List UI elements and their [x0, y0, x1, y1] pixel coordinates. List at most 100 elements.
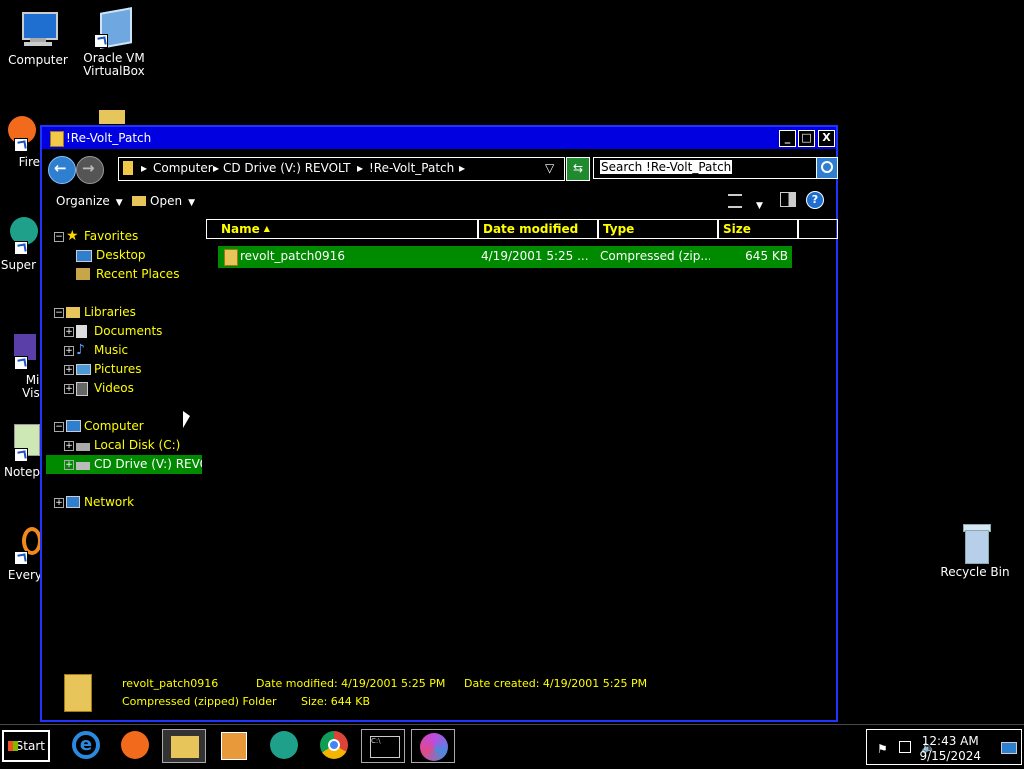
table-row[interactable]: revolt_patch0916 4/19/2001 5:25 ... Comp… [218, 246, 792, 268]
desktop-icon-computer[interactable]: Computer [0, 10, 78, 67]
nav-label: CD Drive (V:) REVOLT [94, 457, 202, 471]
details-file-type: Compressed (zipped) Folder [122, 695, 277, 708]
computer-icon [66, 420, 81, 432]
app-icon [270, 731, 298, 759]
search-placeholder: Search !Re-Volt_Patch [600, 160, 733, 174]
shortcut-arrow-icon [14, 448, 28, 462]
network-icon[interactable] [899, 741, 911, 753]
view-options-button[interactable]: ▼ [728, 194, 763, 211]
recent-places-icon [76, 268, 90, 280]
back-button[interactable] [48, 156, 76, 184]
address-bar[interactable]: ▸ Computer ▸ CD Drive (V:) REVOLT ▸ !Re-… [118, 157, 565, 181]
show-desktop-icon[interactable] [1001, 742, 1017, 754]
details-file-name: revolt_patch0916 [122, 677, 219, 690]
flag-icon[interactable]: ⚑ [877, 742, 888, 756]
explorer-window: !Re-Volt_Patch _ □ X ▸ Computer ▸ CD Dri… [40, 125, 838, 722]
desktop-icon-virtualbox[interactable]: Oracle VM VirtualBox [74, 7, 154, 78]
expand-icon[interactable]: + [64, 441, 74, 451]
music-icon: ♪ [76, 342, 85, 358]
start-label: Start [15, 739, 45, 753]
chevron-right-icon: ▸ [213, 161, 220, 175]
taskbar-command-prompt[interactable]: C:\ [361, 729, 405, 763]
nav-label: Local Disk (C:) [94, 438, 181, 452]
help-icon: ? [806, 191, 824, 209]
open-button[interactable]: Open ▼ [132, 194, 195, 208]
breadcrumb-folder[interactable]: !Re-Volt_Patch [369, 161, 454, 175]
expand-icon[interactable]: + [64, 327, 74, 337]
hard-drive-icon [76, 443, 90, 451]
nav-videos[interactable]: + Videos [64, 379, 204, 398]
preview-pane-button[interactable] [780, 192, 796, 210]
taskbar-explorer[interactable] [162, 729, 206, 763]
expand-icon[interactable]: + [64, 365, 74, 375]
nav-desktop[interactable]: Desktop [54, 246, 204, 265]
expand-icon[interactable]: + [64, 384, 74, 394]
nav-cd-drive[interactable]: + CD Drive (V:) REVOLT [46, 455, 202, 474]
collapse-icon[interactable]: − [54, 422, 64, 432]
nav-computer[interactable]: − Computer [54, 417, 204, 436]
cd-drive-icon [76, 462, 90, 470]
close-button[interactable]: X [818, 130, 835, 147]
shortcut-arrow-icon [14, 241, 28, 255]
taskbar-media-player[interactable] [211, 729, 255, 763]
pictures-icon [76, 364, 91, 375]
refresh-button[interactable]: ⇆ [566, 157, 590, 181]
clock[interactable]: 12:43 AM 9/15/2024 [919, 734, 981, 764]
chevron-down-icon: ▼ [756, 201, 763, 211]
navigation-bar: ▸ Computer ▸ CD Drive (V:) REVOLT ▸ !Re-… [44, 154, 838, 184]
nav-favorites[interactable]: − ★ Favorites [54, 227, 204, 246]
taskbar-firefox[interactable] [113, 729, 157, 763]
nav-documents[interactable]: + Documents [64, 322, 204, 341]
nav-recent-places[interactable]: Recent Places [54, 265, 204, 284]
folder-zip-icon [50, 131, 64, 147]
expand-icon[interactable]: + [64, 346, 74, 356]
column-header-name[interactable]: Name ▲ [206, 219, 478, 239]
command-bar: Organize ▼ Open ▼ ▼ ? [44, 189, 836, 215]
details-date-created: Date created: 4/19/2001 5:25 PM [464, 677, 648, 690]
windows-logo-icon [8, 741, 18, 751]
organize-label: Organize [56, 194, 110, 208]
start-button[interactable]: Start [2, 730, 50, 762]
libraries-icon [66, 307, 80, 318]
column-header-type[interactable]: Type [598, 219, 718, 239]
nav-label: Desktop [96, 248, 146, 262]
clock-date: 9/15/2024 [919, 749, 981, 763]
help-button[interactable]: ? [806, 191, 824, 209]
folder-icon [123, 161, 133, 175]
collapse-icon[interactable]: − [54, 308, 64, 318]
nav-pictures[interactable]: + Pictures [64, 360, 204, 379]
details-date-modified: Date modified: 4/19/2001 5:25 PM [256, 677, 446, 690]
shortcut-arrow-icon [14, 356, 28, 370]
folder-icon [95, 108, 125, 126]
column-header-date-modified[interactable]: Date modified [478, 219, 598, 239]
forward-button[interactable] [76, 156, 104, 184]
minimize-button[interactable]: _ [779, 130, 796, 147]
column-label: Name [221, 222, 260, 236]
view-list-icon [728, 194, 742, 208]
column-label: Date modified [483, 222, 579, 236]
expand-icon[interactable]: + [64, 460, 74, 470]
search-input[interactable]: Search !Re-Volt_Patch [593, 157, 817, 179]
title-bar[interactable]: !Re-Volt_Patch _ □ X [42, 127, 836, 149]
videos-icon [76, 382, 88, 396]
details-size: Size: 644 KB [301, 695, 371, 708]
nav-music[interactable]: + ♪ Music [64, 341, 204, 360]
taskbar-app[interactable] [262, 729, 306, 763]
column-header-size[interactable]: Size [718, 219, 798, 239]
taskbar-chrome[interactable] [312, 729, 356, 763]
expand-icon[interactable]: + [54, 498, 64, 508]
breadcrumb-computer[interactable]: Computer [153, 161, 213, 175]
organize-button[interactable]: Organize ▼ [56, 194, 123, 208]
collapse-icon[interactable]: − [54, 232, 64, 242]
nav-libraries[interactable]: − Libraries [54, 303, 204, 322]
nav-local-disk[interactable]: + Local Disk (C:) [64, 436, 204, 455]
taskbar-disc-app[interactable] [411, 729, 455, 763]
chevron-down-icon[interactable]: ▽ [545, 161, 554, 175]
search-icon[interactable] [816, 157, 838, 179]
nav-network[interactable]: + Network [54, 493, 204, 512]
file-list: Name ▲ Date modified Type Size revolt_pat… [206, 219, 838, 674]
taskbar-internet-explorer[interactable]: e [64, 729, 108, 763]
maximize-button[interactable]: □ [798, 130, 815, 147]
breadcrumb-cd-drive[interactable]: CD Drive (V:) REVOLT [223, 161, 350, 175]
desktop-icon-recycle-bin[interactable]: Recycle Bin [935, 522, 1015, 579]
